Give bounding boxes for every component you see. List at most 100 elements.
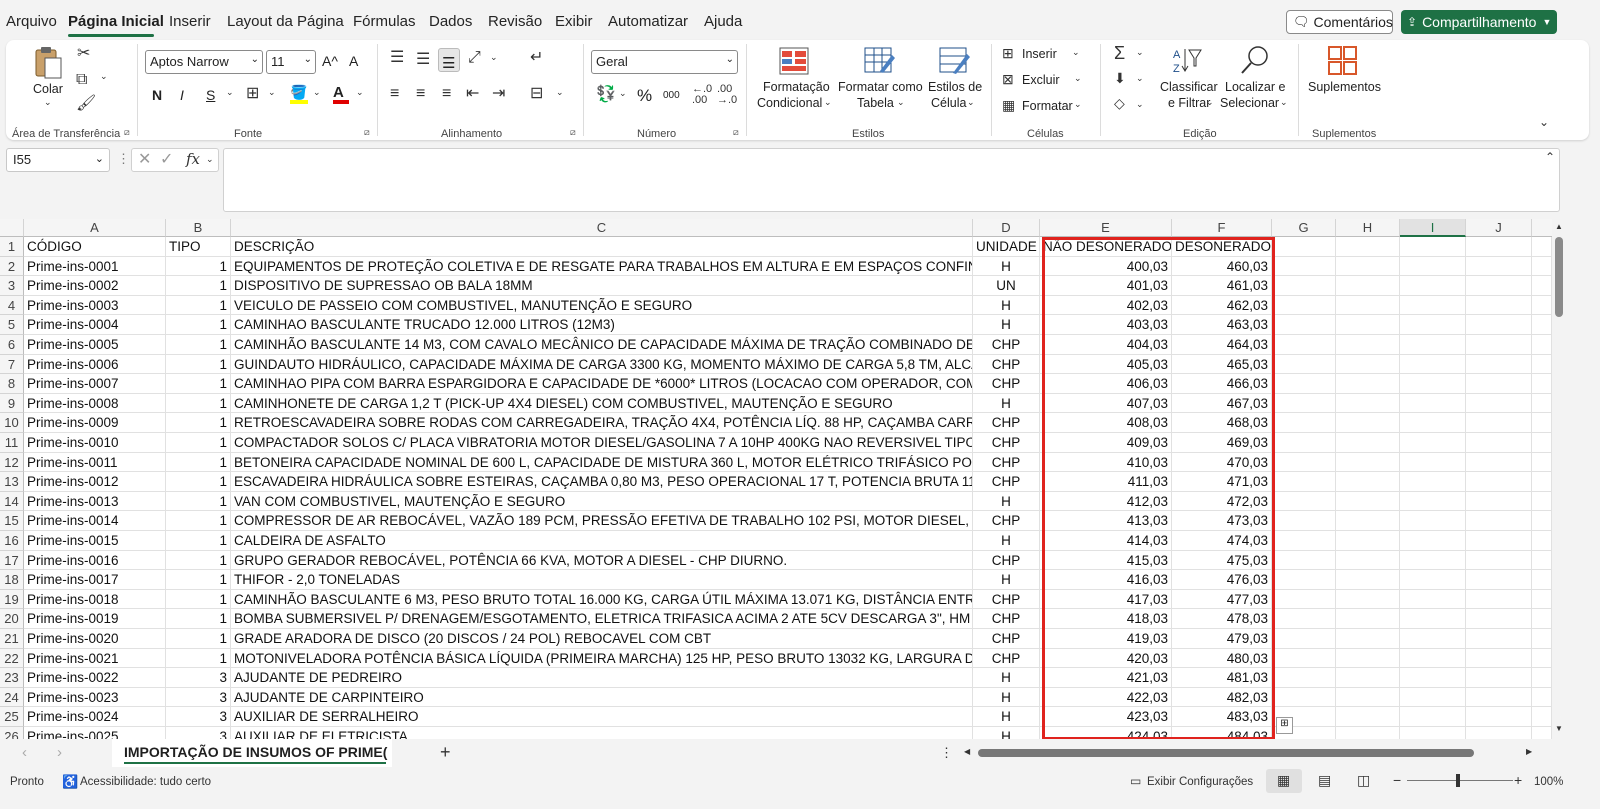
increase-indent-icon[interactable]: ⇥ bbox=[492, 86, 505, 102]
empty-cell[interactable] bbox=[1400, 295, 1466, 316]
clear-icon[interactable]: ◇ bbox=[1114, 96, 1125, 110]
cell-a[interactable]: Prime-ins-0021 bbox=[24, 648, 166, 669]
select-all-corner[interactable] bbox=[0, 219, 24, 237]
cell-d[interactable]: H bbox=[973, 295, 1040, 316]
empty-cell[interactable] bbox=[1336, 335, 1400, 355]
empty-cell[interactable] bbox=[1532, 668, 1552, 688]
prev-sheet-icon[interactable]: ‹ bbox=[22, 745, 27, 760]
cell-a[interactable]: Prime-ins-0012 bbox=[24, 472, 166, 492]
empty-cell[interactable] bbox=[1336, 629, 1400, 649]
empty-cell[interactable] bbox=[1400, 433, 1466, 453]
cell-a[interactable]: Prime-ins-0009 bbox=[24, 413, 166, 433]
empty-cell[interactable] bbox=[1466, 256, 1532, 277]
empty-cell[interactable] bbox=[1532, 452, 1552, 473]
empty-cell[interactable] bbox=[1466, 433, 1532, 453]
align-bottom-icon[interactable]: ☰ bbox=[438, 48, 460, 72]
cell-d[interactable]: H bbox=[973, 668, 1040, 688]
cell-b[interactable]: 1 bbox=[166, 648, 231, 669]
column-header-a[interactable]: A bbox=[24, 219, 166, 237]
wrap-text-icon[interactable]: ↵ bbox=[530, 50, 543, 66]
row-header[interactable]: 10 bbox=[0, 413, 24, 433]
cell-a[interactable]: Prime-ins-0011 bbox=[24, 452, 166, 473]
chevron-down-icon[interactable]: ⌄ bbox=[967, 98, 975, 107]
empty-cell[interactable] bbox=[1272, 295, 1336, 316]
header-cell-d[interactable]: UNIDADE bbox=[973, 237, 1040, 257]
empty-cell[interactable] bbox=[1272, 374, 1336, 394]
menu-tab-pagina-inicial[interactable]: Página Inicial bbox=[68, 13, 164, 30]
cell-c[interactable]: ESCAVADEIRA HIDRÁULICA SOBRE ESTEIRAS, C… bbox=[231, 472, 973, 492]
cell-c[interactable]: RETROESCAVADEIRA SOBRE RODAS COM CARREGA… bbox=[231, 413, 973, 433]
cell-a[interactable]: Prime-ins-0022 bbox=[24, 668, 166, 688]
empty-cell[interactable] bbox=[1532, 687, 1552, 708]
align-top-icon[interactable]: ☰ bbox=[390, 50, 404, 66]
empty-cell[interactable] bbox=[1400, 393, 1466, 414]
cell-c[interactable]: AJUDANTE DE CARPINTEIRO bbox=[231, 687, 973, 708]
cell-a[interactable]: Prime-ins-0024 bbox=[24, 707, 166, 727]
row-header[interactable]: 25 bbox=[0, 707, 24, 727]
format-as-table-label-2[interactable]: Tabela bbox=[857, 96, 894, 110]
chevron-down-icon[interactable]: ⌄ bbox=[1072, 48, 1080, 57]
cell-b[interactable]: 1 bbox=[166, 550, 231, 571]
cell-d[interactable]: CHP bbox=[973, 648, 1040, 669]
format-as-table-label-1[interactable]: Formatar como bbox=[838, 80, 923, 94]
empty-cell[interactable] bbox=[1466, 452, 1532, 473]
cell-b[interactable]: 1 bbox=[166, 413, 231, 433]
empty-cell[interactable] bbox=[1466, 374, 1532, 394]
share-button[interactable]: ⇪ Compartilhamento ▼ bbox=[1401, 10, 1557, 34]
underline-button[interactable]: S bbox=[206, 87, 215, 103]
cell-b[interactable]: 3 bbox=[166, 668, 231, 688]
row-header[interactable]: 26 bbox=[0, 727, 24, 739]
empty-cell[interactable] bbox=[1400, 276, 1466, 296]
chevron-down-icon[interactable]: ⌄ bbox=[490, 53, 498, 62]
cell-a[interactable]: Prime-ins-0001 bbox=[24, 256, 166, 277]
row-header[interactable]: 22 bbox=[0, 648, 24, 669]
empty-cell[interactable] bbox=[1336, 668, 1400, 688]
empty-cell[interactable] bbox=[1466, 589, 1532, 610]
cell-d[interactable]: CHP bbox=[973, 609, 1040, 629]
empty-cell[interactable] bbox=[1400, 609, 1466, 629]
menu-tab-inserir[interactable]: Inserir bbox=[169, 13, 211, 30]
row-header[interactable]: 23 bbox=[0, 668, 24, 688]
cell-d[interactable]: CHP bbox=[973, 413, 1040, 433]
cell-d[interactable]: CHP bbox=[973, 472, 1040, 492]
cell-b[interactable]: 1 bbox=[166, 433, 231, 453]
row-header[interactable]: 15 bbox=[0, 511, 24, 531]
accessibility-icon[interactable]: ♿ bbox=[62, 774, 78, 790]
cell-c[interactable]: COMPACTADOR SOLOS C/ PLACA VIBRATORIA MO… bbox=[231, 433, 973, 453]
horizontal-scroll-thumb[interactable] bbox=[978, 749, 1474, 757]
chevron-down-icon[interactable]: ⌄ bbox=[226, 88, 234, 97]
row-header[interactable]: 9 bbox=[0, 393, 24, 414]
empty-cell[interactable] bbox=[1336, 276, 1400, 296]
empty-cell[interactable] bbox=[1336, 413, 1400, 433]
empty-cell[interactable] bbox=[1336, 452, 1400, 473]
conditional-formatting-label-1[interactable]: Formatação bbox=[763, 80, 830, 94]
empty-cell[interactable] bbox=[1336, 315, 1400, 335]
cell-d[interactable]: CHP bbox=[973, 354, 1040, 375]
more-options-icon[interactable]: ⋮ bbox=[117, 152, 130, 165]
header-cell-a[interactable]: CÓDIGO bbox=[24, 237, 166, 257]
status-display-settings[interactable]: Exibir Configurações bbox=[1147, 776, 1253, 788]
empty-cell[interactable] bbox=[1272, 433, 1336, 453]
cell-a[interactable]: Prime-ins-0005 bbox=[24, 335, 166, 355]
empty-cell[interactable] bbox=[1272, 472, 1336, 492]
empty-cell[interactable] bbox=[1336, 727, 1400, 739]
cancel-icon[interactable]: ✕ bbox=[138, 152, 151, 168]
decrease-indent-icon[interactable]: ⇤ bbox=[466, 86, 479, 102]
thousands-button[interactable]: 000 bbox=[663, 90, 680, 101]
empty-cell[interactable] bbox=[1532, 295, 1552, 316]
cell-d[interactable]: H bbox=[973, 727, 1040, 739]
empty-cell[interactable] bbox=[1336, 609, 1400, 629]
vertical-scroll-thumb[interactable] bbox=[1555, 237, 1563, 317]
sort-filter-label-1[interactable]: Classificar bbox=[1160, 80, 1218, 94]
empty-cell[interactable] bbox=[1532, 609, 1552, 629]
bold-button[interactable]: N bbox=[152, 87, 162, 103]
empty-cell[interactable] bbox=[1466, 413, 1532, 433]
cell-a[interactable]: Prime-ins-0003 bbox=[24, 295, 166, 316]
cell-d[interactable]: H bbox=[973, 393, 1040, 414]
empty-cell[interactable] bbox=[1466, 727, 1532, 739]
cell-a[interactable]: Prime-ins-0019 bbox=[24, 609, 166, 629]
row-header[interactable]: 18 bbox=[0, 570, 24, 590]
empty-cell[interactable] bbox=[1400, 629, 1466, 649]
empty-cell[interactable] bbox=[1400, 589, 1466, 610]
empty-cell[interactable] bbox=[1532, 374, 1552, 394]
